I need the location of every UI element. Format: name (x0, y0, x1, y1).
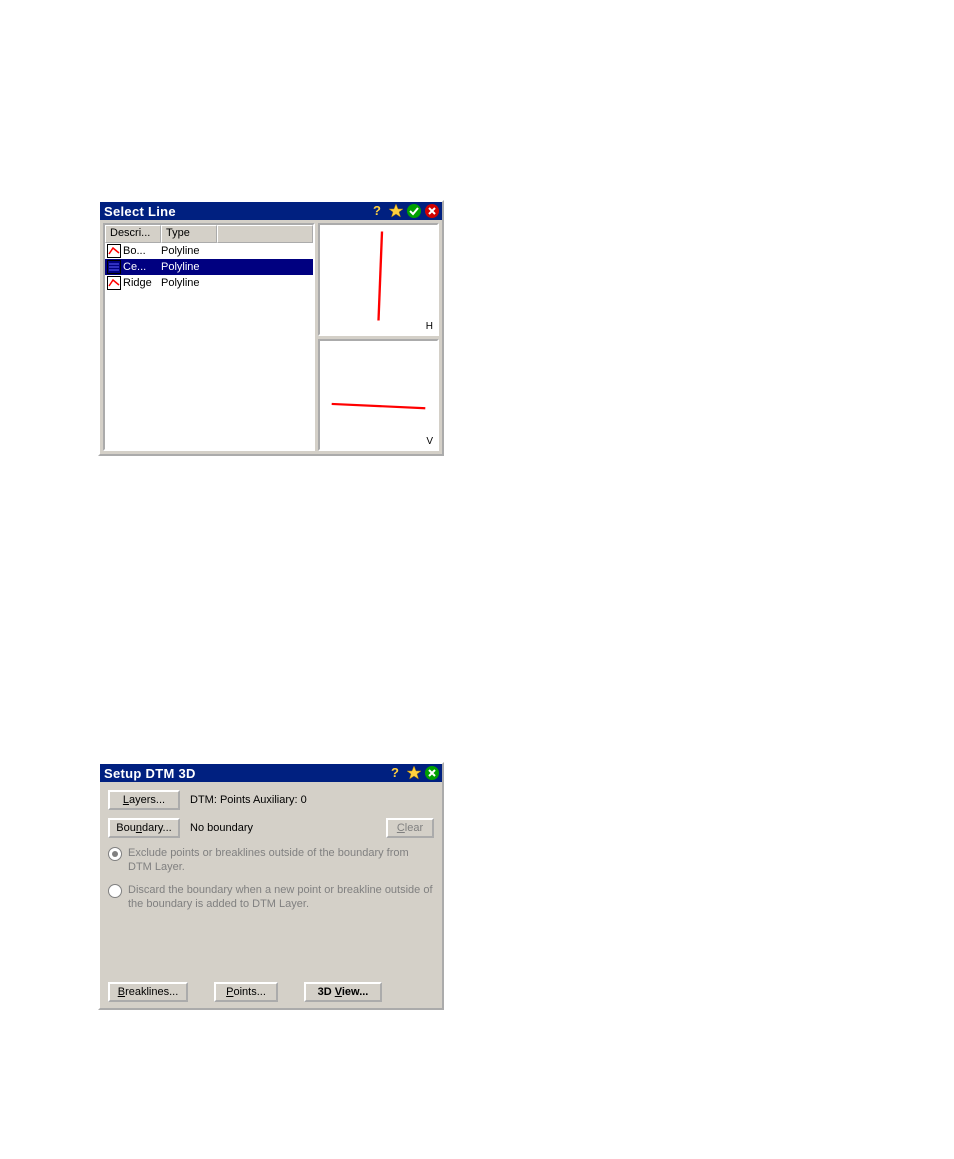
close-icon[interactable] (424, 765, 440, 781)
preview-vertical-label: V (426, 436, 433, 447)
preview-horizontal: H (318, 223, 439, 336)
line-style-icon (107, 260, 121, 274)
preview-column: H V (318, 223, 439, 451)
setup-dtm-title: Setup DTM 3D (104, 766, 196, 781)
ok-icon[interactable] (406, 203, 422, 219)
preview-vertical: V (318, 339, 439, 452)
favorite-icon[interactable] (388, 203, 404, 219)
list-item[interactable]: Ridge Polyline (105, 275, 313, 291)
setup-dtm-dialog: Setup DTM 3D ? Layers... DTM: Points Aux… (98, 762, 444, 1010)
row-desc: Ridge (123, 277, 161, 289)
option-exclude[interactable]: Exclude points or breaklines outside of … (108, 846, 434, 875)
select-line-title: Select Line (104, 204, 176, 219)
line-list[interactable]: Descri... Type Bo... Polyline (103, 223, 315, 451)
cancel-icon[interactable] (424, 203, 440, 219)
line-list-header: Descri... Type (105, 225, 313, 243)
select-line-dialog: Select Line ? Descri... (98, 200, 444, 456)
row-desc: Bo... (123, 245, 161, 257)
3d-view-button[interactable]: 3D View... (304, 982, 382, 1002)
help-icon[interactable]: ? (370, 203, 386, 219)
help-icon[interactable]: ? (388, 765, 404, 781)
setup-dtm-titlebar[interactable]: Setup DTM 3D ? (100, 764, 442, 782)
radio-icon (108, 884, 122, 898)
select-line-titlebar[interactable]: Select Line ? (100, 202, 442, 220)
radio-icon (108, 847, 122, 861)
clear-button[interactable]: Clear (386, 818, 434, 838)
row-type: Polyline (161, 261, 221, 273)
option-discard[interactable]: Discard the boundary when a new point or… (108, 883, 434, 912)
row-desc: Ce... (123, 261, 161, 273)
column-description[interactable]: Descri... (105, 225, 161, 243)
line-style-icon (107, 244, 121, 258)
option-discard-label: Discard the boundary when a new point or… (128, 883, 434, 912)
list-item[interactable]: Ce... Polyline (105, 259, 313, 275)
titlebar-icons: ? (370, 203, 440, 219)
layers-status: DTM: Points Auxiliary: 0 (190, 794, 434, 806)
preview-horizontal-label: H (426, 321, 433, 332)
svg-text:?: ? (373, 203, 381, 218)
breaklines-button[interactable]: Breaklines... (108, 982, 188, 1002)
row-type: Polyline (161, 277, 221, 289)
line-style-icon (107, 276, 121, 290)
row-type: Polyline (161, 245, 221, 257)
line-list-rows: Bo... Polyline Ce... Polyline (105, 243, 313, 449)
list-item[interactable]: Bo... Polyline (105, 243, 313, 259)
option-exclude-label: Exclude points or breaklines outside of … (128, 846, 434, 875)
column-blank[interactable] (217, 225, 313, 243)
svg-text:?: ? (391, 765, 399, 780)
titlebar-icons: ? (388, 765, 440, 781)
points-button[interactable]: Points... (214, 982, 278, 1002)
column-type[interactable]: Type (161, 225, 217, 243)
layers-button[interactable]: Layers... (108, 790, 180, 810)
boundary-button[interactable]: Boundary... (108, 818, 180, 838)
boundary-status: No boundary (190, 822, 376, 834)
favorite-icon[interactable] (406, 765, 422, 781)
